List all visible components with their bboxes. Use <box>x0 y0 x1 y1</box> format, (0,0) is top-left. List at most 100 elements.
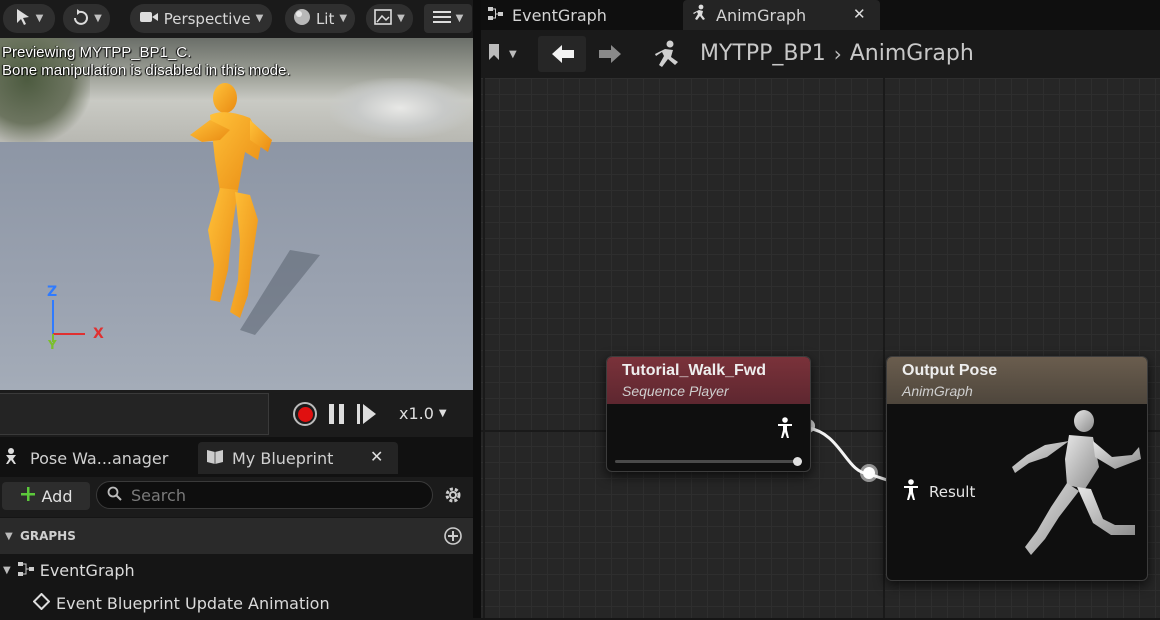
view-options-button[interactable]: ▼ <box>366 4 413 33</box>
preview-viewport[interactable]: Z X Y ▼ ▼ Perspective ▼ Lit ▼ ▼ ▼ Previe… <box>0 0 473 390</box>
add-graph-button[interactable] <box>443 526 463 550</box>
tab-my-blueprint[interactable]: My Blueprint <box>206 442 366 474</box>
chevron-down-icon: ▼ <box>455 13 464 24</box>
output-pose-node[interactable]: Output Pose AnimGraph Result <box>886 356 1148 581</box>
chevron-right-icon: › <box>833 41 842 66</box>
chevron-down-icon: ▼ <box>255 13 264 24</box>
result-label: Result <box>929 483 976 501</box>
node-title: Tutorial_Walk_Fwd <box>622 362 767 379</box>
image-icon <box>374 8 392 29</box>
transform-mode-button[interactable]: ▼ <box>63 4 110 33</box>
camera-icon <box>139 10 159 28</box>
axis-x-label: X <box>93 326 104 342</box>
chevron-down-icon: ▼ <box>94 13 102 24</box>
tab-pose-watch-manager[interactable]: Pose Wa...anager <box>4 442 189 474</box>
gear-icon <box>443 487 463 509</box>
timeline-field[interactable] <box>0 393 269 435</box>
node-title: Output Pose <box>902 362 998 379</box>
tab-label: EventGraph <box>512 5 607 25</box>
arrow-right-icon <box>597 45 623 68</box>
running-mannequin-icon <box>1012 410 1141 555</box>
lit-label: Lit <box>315 9 335 28</box>
rotate-icon <box>71 8 89 30</box>
graphs-section-label: GRAPHS <box>20 529 76 543</box>
breadcrumb-graph[interactable]: AnimGraph <box>850 41 974 66</box>
chevron-down-icon: ▼ <box>509 48 517 60</box>
node-subtitle: AnimGraph <box>902 383 973 399</box>
plus-circle-icon <box>443 527 463 550</box>
chevron-down-icon: ▼ <box>438 408 447 419</box>
bookmark-dropdown[interactable]: ▼ <box>487 43 517 65</box>
character-mannequin <box>190 83 320 335</box>
sequence-player-node[interactable]: Tutorial_Walk_Fwd Sequence Player <box>606 356 811 472</box>
bone-manipulation-message: Bone manipulation is disabled in this mo… <box>2 62 291 79</box>
chevron-down-icon: ▼ <box>397 13 405 24</box>
node-header: Output Pose AnimGraph <box>887 357 1147 404</box>
record-icon <box>297 406 313 422</box>
axis-y-label: Y <box>48 338 57 352</box>
close-icon: ✕ <box>370 447 384 466</box>
record-button[interactable] <box>293 402 317 426</box>
running-man-icon <box>690 4 708 26</box>
tab-label: AnimGraph <box>716 5 807 25</box>
hamburger-icon <box>432 10 451 28</box>
pose-output-pin[interactable] <box>777 417 793 443</box>
panel-divider[interactable] <box>473 0 481 618</box>
pause-icon <box>328 404 346 429</box>
chevron-down-icon: ▼ <box>5 531 13 542</box>
lit-dropdown[interactable]: Lit ▼ <box>285 4 355 33</box>
perspective-dropdown[interactable]: Perspective ▼ <box>130 4 272 33</box>
playback-position-slider[interactable] <box>615 460 801 463</box>
slider-handle[interactable] <box>793 457 802 466</box>
axis-z-label: Z <box>47 284 58 300</box>
add-button[interactable]: Add <box>2 482 90 510</box>
pause-button[interactable] <box>328 403 346 429</box>
forward-button[interactable] <box>597 44 623 68</box>
node-subtitle: Sequence Player <box>622 383 729 399</box>
bookmark-icon <box>487 43 501 65</box>
settings-button[interactable] <box>443 485 463 509</box>
perspective-label: Perspective <box>163 9 251 28</box>
tab-eventgraph[interactable]: EventGraph <box>487 0 607 30</box>
lit-sphere-icon <box>293 8 311 30</box>
graph-icon <box>17 561 35 581</box>
tree-item-event-update[interactable]: Event Blueprint Update Animation <box>0 587 473 620</box>
chevron-down-icon: ▼ <box>35 13 44 24</box>
tree-item-label: Event Blueprint Update Animation <box>56 594 330 613</box>
result-input-pin[interactable]: Result <box>903 479 975 505</box>
pose-icon <box>4 447 22 469</box>
tab-label: My Blueprint <box>232 448 334 468</box>
play-step-icon <box>356 404 378 429</box>
close-icon: ✕ <box>853 5 866 23</box>
close-tab-button[interactable]: ✕ <box>853 5 866 23</box>
tree-item-eventgraph[interactable]: ▼ EventGraph <box>0 554 473 587</box>
node-header: Tutorial_Walk_Fwd Sequence Player <box>607 357 810 404</box>
running-man-icon <box>650 40 682 74</box>
breadcrumb: MYTPP_BP1 › AnimGraph <box>700 41 974 66</box>
search-input[interactable]: Search <box>96 481 433 509</box>
playback-speed-dropdown[interactable]: x1.0 ▼ <box>399 404 447 423</box>
add-label: Add <box>41 486 73 506</box>
blueprint-icon <box>206 448 224 468</box>
play-button[interactable] <box>356 403 378 429</box>
select-mode-button[interactable]: ▼ <box>3 4 55 33</box>
select-cursor-icon <box>15 8 31 30</box>
chevron-down-icon: ▼ <box>3 565 11 576</box>
tree-item-label: EventGraph <box>39 561 135 580</box>
breadcrumb-blueprint[interactable]: MYTPP_BP1 <box>700 41 826 66</box>
viewport-menu-button[interactable]: ▼ <box>424 4 472 33</box>
pose-pin-icon <box>777 417 793 443</box>
close-tab-button[interactable]: ✕ <box>370 447 383 466</box>
tab-animgraph[interactable]: AnimGraph <box>690 0 806 30</box>
preview-message: Previewing MYTPP_BP1_C. <box>2 44 192 61</box>
plus-icon <box>20 486 36 506</box>
graph-canvas[interactable]: Tutorial_Walk_Fwd Sequence Player Output… <box>481 78 1160 618</box>
tab-label: Pose Wa...anager <box>30 448 169 468</box>
search-icon <box>107 486 122 505</box>
playback-speed-label: x1.0 <box>399 404 434 423</box>
graph-icon <box>487 6 504 25</box>
pose-pin-icon <box>903 479 919 505</box>
search-placeholder: Search <box>131 485 186 505</box>
back-button[interactable] <box>538 36 586 72</box>
viewport-info-text: Previewing MYTPP_BP1_C. Bone manipulatio… <box>2 44 291 80</box>
